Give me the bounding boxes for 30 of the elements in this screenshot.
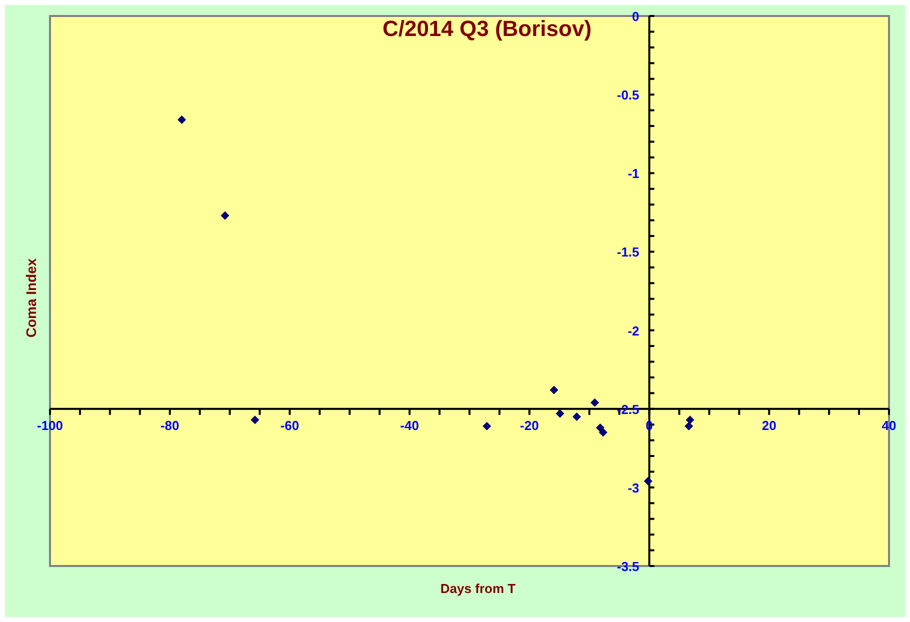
data-point xyxy=(644,476,652,486)
data-point xyxy=(598,428,608,437)
axis-tick-label: -20 xyxy=(520,418,539,433)
data-point xyxy=(684,422,694,430)
axis-tick-label: -60 xyxy=(280,418,300,433)
axis-tick-label: -3.5 xyxy=(616,559,640,574)
axis-tick-label: -3 xyxy=(628,480,640,496)
axis-tick-label: 0 xyxy=(632,9,640,24)
data-point xyxy=(596,423,604,432)
axis-tick-label: -80 xyxy=(160,418,180,433)
axis-tick-label: -2 xyxy=(628,323,640,338)
data-point xyxy=(686,416,694,424)
axis-tick-label: -1.5 xyxy=(616,244,640,260)
axis-tick-label: 20 xyxy=(762,418,776,433)
data-point xyxy=(572,412,582,421)
axis-tick-label: -40 xyxy=(400,418,419,433)
data-point xyxy=(556,409,564,418)
data-point xyxy=(550,386,558,394)
data-point xyxy=(220,211,230,220)
data-point xyxy=(178,115,186,124)
axis-title: Days from T xyxy=(440,581,516,596)
axis-tick-label: -0.5 xyxy=(616,88,640,103)
data-point xyxy=(250,416,260,424)
data-point xyxy=(590,398,599,407)
chart-title: C/2014 Q3 (Borisov) xyxy=(382,16,592,41)
axis-title: Coma Index xyxy=(23,258,39,338)
data-point xyxy=(482,422,492,430)
axis-tick-label: 40 xyxy=(882,418,896,433)
axis-tick-label: -100 xyxy=(36,418,64,433)
axis-tick-label: -1 xyxy=(628,166,640,182)
